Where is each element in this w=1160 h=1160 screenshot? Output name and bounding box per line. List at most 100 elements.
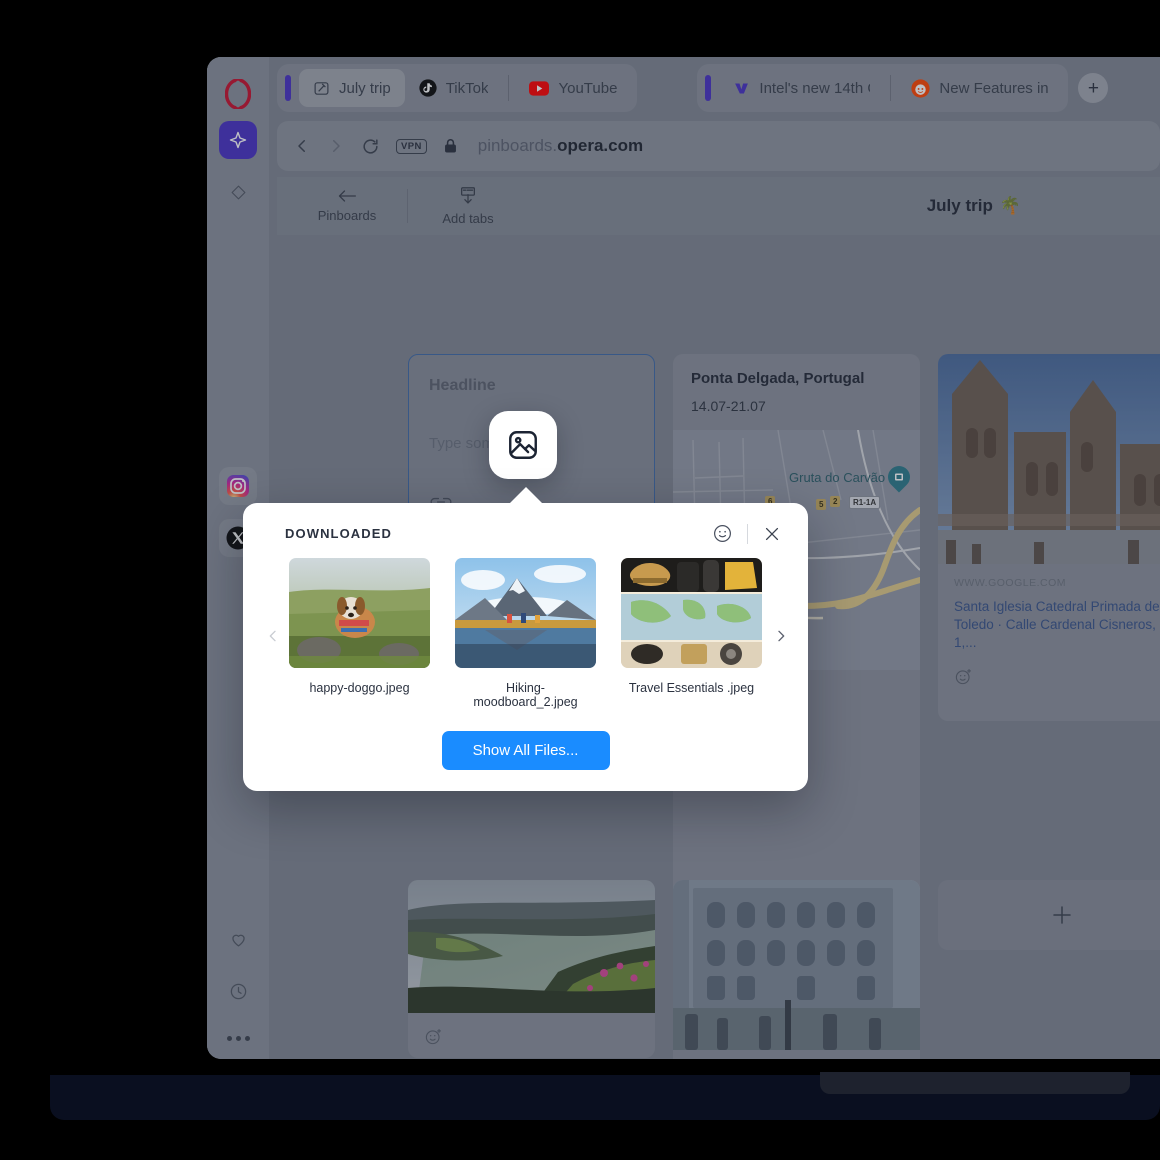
download-item[interactable]: Travel Essentials .jpeg [621, 558, 762, 695]
sidebar-item-aria-ai[interactable] [219, 121, 257, 159]
downloads-thumbnail-row: happy-doggo.jpeg Hiking-moodboard_2.jpeg… [243, 544, 808, 709]
page-title-text: July trip [926, 196, 993, 215]
youtube-icon [529, 80, 550, 96]
pinboards-back-label: Pinboards [317, 208, 377, 223]
toolbar-separator [407, 189, 408, 223]
image-icon [506, 428, 540, 462]
pinboard-icon [313, 80, 330, 97]
sidebar-item-workspace[interactable] [219, 173, 257, 211]
road-chip: R1-1A [849, 496, 881, 509]
porto-photo [673, 880, 920, 1050]
insert-image-button[interactable] [489, 411, 557, 479]
sidebar-bottom-group [219, 906, 257, 1059]
tab-intel-article[interactable]: Intel's new 14th Gen [719, 69, 884, 107]
page-title: July trip 🌴 [927, 196, 1021, 216]
card-add-new[interactable] [938, 880, 1160, 950]
tab-label: New Features in Op [939, 79, 1049, 97]
link-title[interactable]: Santa Iglesia Catedral Primada de Toledo… [954, 598, 1160, 653]
tab-separator [508, 75, 510, 101]
url-text[interactable]: pinboards.opera.com [478, 136, 643, 156]
tab-label: TikTok [445, 79, 489, 97]
downloads-popup: DOWNLOADED happy-doggo.jpeg Hiking-moodb… [243, 503, 808, 791]
thumbnail-travel-essentials[interactable] [621, 558, 762, 668]
download-file-name: happy-doggo.jpeg [309, 681, 410, 695]
add-tabs-button[interactable]: Add tabs [422, 186, 514, 226]
prev-files-button[interactable] [262, 625, 284, 647]
palm-tree-emoji: 🌴 [999, 196, 1021, 215]
map-card-header: Ponta Delgada, Portugal 14.07-21.07 [673, 354, 920, 430]
new-tab-button[interactable]: + [1078, 73, 1109, 103]
tab-youtube[interactable]: YouTube [515, 69, 631, 107]
road-chip: 2 [830, 496, 841, 507]
tab-separator [890, 75, 892, 101]
lake-photo [408, 880, 655, 1013]
laptop-notch [820, 1072, 1130, 1094]
tab-tiktok[interactable]: TikTok [405, 69, 503, 107]
add-reaction-icon[interactable] [424, 1027, 639, 1046]
plus-icon [1050, 903, 1074, 927]
tab-july-trip[interactable]: July trip [299, 69, 405, 107]
download-item[interactable]: Hiking-moodboard_2.jpeg [455, 558, 596, 709]
tab-label: July trip [339, 79, 391, 97]
tab-group-accent-bar [285, 75, 291, 101]
instagram-icon [226, 474, 250, 498]
add-reaction-icon[interactable] [954, 667, 1160, 686]
popup-arrow [508, 487, 544, 505]
tab-label: Intel's new 14th Gen [759, 79, 870, 97]
pinboards-back-button[interactable]: Pinboards [301, 189, 393, 223]
porto-card-footer: WWW.BOOKING.COM Porto A.S. 1829 Hotel, P… [673, 1050, 920, 1059]
sparkle-icon [228, 130, 248, 150]
road-chip: 5 [816, 499, 827, 510]
forward-button[interactable] [327, 137, 345, 155]
lake-card-footer [408, 1013, 655, 1058]
tiktok-icon [419, 79, 437, 97]
header-separator [747, 523, 748, 544]
add-tabs-icon [457, 186, 479, 206]
tab-opera-features[interactable]: New Features in Op [897, 69, 1062, 107]
arrow-left-icon [337, 189, 357, 203]
sidebar-item-instagram[interactable] [219, 467, 257, 505]
lock-icon [443, 138, 458, 154]
download-item[interactable]: happy-doggo.jpeg [289, 558, 430, 695]
cathedral-photo [938, 354, 1160, 564]
reddit-icon [911, 78, 931, 98]
next-files-button[interactable] [770, 625, 792, 647]
download-file-name: Hiking-moodboard_2.jpeg [473, 681, 578, 709]
vpn-badge[interactable]: VPN [396, 138, 427, 154]
diamond-icon [230, 184, 247, 201]
opera-logo [221, 77, 255, 111]
note-headline-placeholder[interactable]: Headline [429, 377, 634, 395]
screenshot-root: July trip TikTok YouTube Intel's new 14t… [0, 0, 1160, 1160]
smiley-icon[interactable] [712, 523, 733, 544]
card-photo-lake[interactable] [408, 880, 655, 1058]
tab-group-2: Intel's new 14th Gen New Features in O [697, 64, 1069, 112]
thumbnail-happy-doggo[interactable] [289, 558, 430, 668]
back-button[interactable] [293, 137, 311, 155]
pinboard-toolbar: Pinboards Add tabs July trip 🌴 [277, 177, 1160, 235]
downloads-popup-header: DOWNLOADED [243, 503, 808, 544]
tab-label: YouTube [558, 79, 618, 97]
clock-icon [229, 982, 248, 1001]
tab-group-1: July trip TikTok YouTube [277, 64, 638, 112]
dots-icon [226, 1036, 232, 1041]
add-tabs-label: Add tabs [442, 211, 494, 226]
url-prefix: pinboards. [477, 136, 558, 155]
card-link-porto-hotel[interactable]: WWW.BOOKING.COM Porto A.S. 1829 Hotel, P… [673, 880, 920, 1059]
link-source: WWW.GOOGLE.COM [954, 577, 1066, 589]
map-card-dates: 14.07-21.07 [691, 398, 766, 414]
reload-button[interactable] [361, 137, 380, 156]
url-domain: opera.com [557, 136, 644, 155]
sidebar-item-history[interactable] [219, 972, 257, 1010]
map-label-gruta: Gruta do Carvão [789, 470, 886, 485]
cathedral-card-footer: WWW.GOOGLE.COM Santa Iglesia Catedral Pr… [938, 564, 1160, 701]
heart-icon [229, 930, 248, 949]
map-card-title: Ponta Delgada, Portugal [691, 370, 865, 387]
close-icon[interactable] [762, 524, 782, 544]
sidebar-item-more[interactable] [226, 1036, 250, 1041]
show-all-files-button[interactable]: Show All Files... [441, 731, 610, 770]
sidebar-item-favorites[interactable] [219, 920, 257, 958]
card-link-cathedral[interactable]: WWW.GOOGLE.COM Santa Iglesia Catedral Pr… [938, 354, 1160, 721]
downloads-popup-actions [712, 523, 782, 544]
tab-group-accent-bar [705, 75, 712, 101]
thumbnail-hiking-moodboard[interactable] [455, 558, 596, 668]
